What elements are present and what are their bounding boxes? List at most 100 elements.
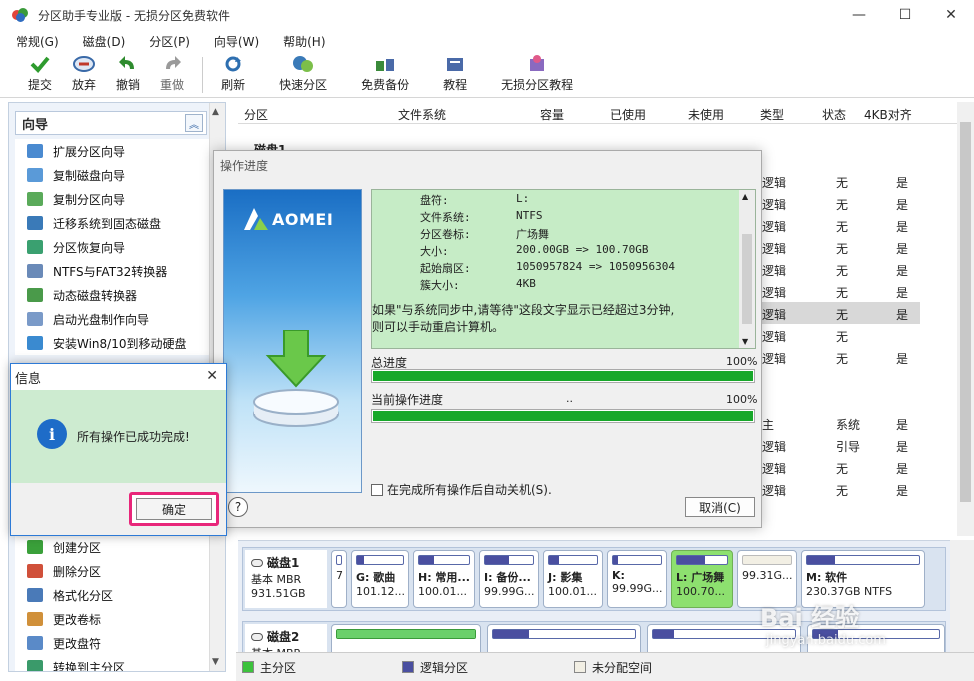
cell-status: 无 — [836, 308, 849, 322]
details-scroll-thumb[interactable] — [742, 234, 752, 324]
commit-button[interactable]: 提交 — [18, 54, 62, 93]
op-format-partition[interactable]: 格式化分区 — [15, 583, 209, 607]
table-scrollbar[interactable] — [957, 102, 974, 536]
redo-button[interactable]: 重做 — [150, 54, 194, 93]
partition-size: 99.99G... — [612, 582, 663, 595]
scroll-up-icon[interactable]: ▲ — [212, 107, 219, 117]
col-capacity[interactable]: 容量 — [540, 106, 564, 123]
lossless-tutorial-button[interactable]: 无损分区教程 — [491, 54, 583, 93]
disk-map-scrollbar[interactable] — [950, 540, 974, 652]
maximize-button[interactable]: ☐ — [882, 0, 928, 30]
table-row[interactable]: 逻辑 无 是 — [760, 214, 920, 236]
cell-type: 逻辑 — [762, 352, 787, 366]
wizard-item-dynamic-disk[interactable]: 动态磁盘转换器 — [15, 283, 209, 307]
free-backup-button[interactable]: 免费备份 — [351, 54, 419, 93]
table-row[interactable]: 逻辑 无 是 — [760, 302, 920, 324]
cell-align: 是 — [896, 264, 909, 278]
disk1-partition[interactable]: L: 广场舞 100.70... — [671, 550, 733, 608]
partition-usage-bar — [742, 555, 792, 565]
partition-size: 7 — [336, 569, 343, 582]
info-dialog: 信息 ✕ i 所有操作已成功完成! 确定 — [10, 363, 227, 536]
col-4k-align[interactable]: 4KB对齐 — [864, 106, 912, 123]
table-row[interactable]: 逻辑 无 是 — [760, 192, 920, 214]
wizard-item-extend[interactable]: 扩展分区向导 — [15, 139, 209, 163]
table-row[interactable]: 逻辑 无 是 — [760, 236, 920, 258]
wizard-item-boot-cd[interactable]: 启动光盘制作向导 — [15, 307, 209, 331]
col-partition[interactable]: 分区 — [244, 106, 268, 123]
op-create-partition[interactable]: 创建分区 — [15, 535, 209, 559]
details-scrollbar[interactable]: ▲ ▼ — [739, 190, 755, 348]
op-convert-primary[interactable]: 转换到主分区 — [15, 655, 209, 671]
op-change-label[interactable]: 更改卷标 — [15, 607, 209, 631]
menu-partition[interactable]: 分区(P) — [133, 33, 198, 50]
wizard-item-copy-disk[interactable]: 复制磁盘向导 — [15, 163, 209, 187]
disk1-partition[interactable]: G: 歌曲 101.12... — [351, 550, 409, 608]
menu-help[interactable]: 帮助(H) — [267, 33, 333, 50]
ok-button[interactable]: 确定 — [136, 498, 212, 520]
disk-icon — [251, 633, 263, 641]
scroll-down-icon[interactable]: ▼ — [212, 657, 219, 667]
table-row[interactable]: 逻辑 无 是 — [760, 478, 920, 500]
menu-general[interactable]: 常规(G) — [0, 33, 67, 50]
minimize-button[interactable]: — — [836, 0, 882, 30]
table-row[interactable]: 主 系统 是 — [760, 412, 920, 434]
table-row[interactable]: 逻辑 引导 是 — [760, 434, 920, 456]
undo-button[interactable]: 撤销 — [106, 54, 150, 93]
discard-button[interactable]: 放弃 — [62, 54, 106, 93]
refresh-button[interactable]: 刷新 — [211, 54, 255, 93]
cell-status: 无 — [836, 330, 849, 344]
partition-size: 100.01... — [548, 585, 597, 598]
cell-type: 逻辑 — [762, 484, 787, 498]
wizard-item-ntfs-fat32[interactable]: NTFS与FAT32转换器 — [15, 259, 209, 283]
disk1-partition[interactable]: I: 备份... 99.99G... — [479, 550, 539, 608]
table-row[interactable]: 逻辑 无 是 — [760, 280, 920, 302]
disk1-info[interactable]: 磁盘1 基本 MBR 931.51GB — [245, 550, 327, 608]
col-type[interactable]: 类型 — [760, 106, 784, 123]
table-row[interactable]: 逻辑 无 是 — [760, 456, 920, 478]
partition-table-rows: 逻辑无是逻辑无是逻辑无是逻辑无是逻辑无是逻辑无是逻辑无是逻辑无逻辑无是主系统是逻… — [760, 170, 920, 500]
partition-size: 101.12... — [356, 585, 405, 598]
close-button[interactable]: ✕ — [928, 0, 974, 30]
wizard-item-migrate-ssd[interactable]: 迁移系统到固态磁盘 — [15, 211, 209, 235]
col-unused[interactable]: 未使用 — [688, 106, 724, 123]
partition-size: 100.70... — [676, 585, 725, 598]
table-row[interactable] — [760, 368, 920, 390]
table-row[interactable]: 逻辑 无 — [760, 324, 920, 346]
table-scroll-thumb[interactable] — [960, 122, 971, 502]
current-progress-percent: 100% — [726, 393, 758, 406]
quick-partition-button[interactable]: 快速分区 — [269, 54, 337, 93]
cell-type: 逻辑 — [762, 264, 787, 278]
auto-shutdown-checkbox[interactable] — [371, 483, 383, 496]
disk1-partition[interactable]: J: 影集 100.01... — [543, 550, 603, 608]
auto-shutdown-option[interactable]: 在完成所有操作后自动关机(S). — [371, 481, 552, 498]
scroll-up-icon[interactable]: ▲ — [742, 192, 748, 201]
menu-disk[interactable]: 磁盘(D) — [67, 33, 134, 50]
disk1-partition[interactable]: H: 常用... 100.01... — [413, 550, 475, 608]
table-row[interactable]: 逻辑 无 是 — [760, 258, 920, 280]
disk-download-icon — [253, 330, 339, 427]
table-row[interactable] — [760, 390, 920, 412]
wizard-item-copy-partition[interactable]: 复制分区向导 — [15, 187, 209, 211]
legend-logical: 逻辑分区 — [402, 659, 468, 676]
cell-align: 是 — [896, 352, 909, 366]
close-icon[interactable]: ✕ — [206, 368, 218, 384]
collapse-icon[interactable]: ︽ — [185, 114, 203, 132]
ok-button-highlight[interactable]: 确定 — [129, 492, 219, 526]
col-status[interactable]: 状态 — [822, 106, 846, 123]
table-row[interactable]: 逻辑 无 是 — [760, 170, 920, 192]
cell-type: 逻辑 — [762, 330, 787, 344]
table-row[interactable]: 逻辑 无 是 — [760, 346, 920, 368]
help-icon[interactable]: ? — [228, 497, 248, 517]
tutorial-button[interactable]: 教程 — [433, 54, 477, 93]
col-filesystem[interactable]: 文件系统 — [398, 106, 446, 123]
disk1-partition[interactable]: K: 99.99G... — [607, 550, 667, 608]
col-used[interactable]: 已使用 — [610, 106, 646, 123]
menu-wizard[interactable]: 向导(W) — [198, 33, 267, 50]
cancel-button[interactable]: 取消(C) — [685, 497, 755, 517]
op-change-letter[interactable]: 更改盘符 — [15, 631, 209, 655]
scroll-down-icon[interactable]: ▼ — [742, 337, 748, 346]
op-delete-partition[interactable]: 删除分区 — [15, 559, 209, 583]
wizard-item-recover[interactable]: 分区恢复向导 — [15, 235, 209, 259]
wizard-item-win-to-go[interactable]: 安装Win8/10到移动硬盘 — [15, 331, 209, 355]
disk1-partition[interactable]: 7 — [331, 550, 347, 608]
